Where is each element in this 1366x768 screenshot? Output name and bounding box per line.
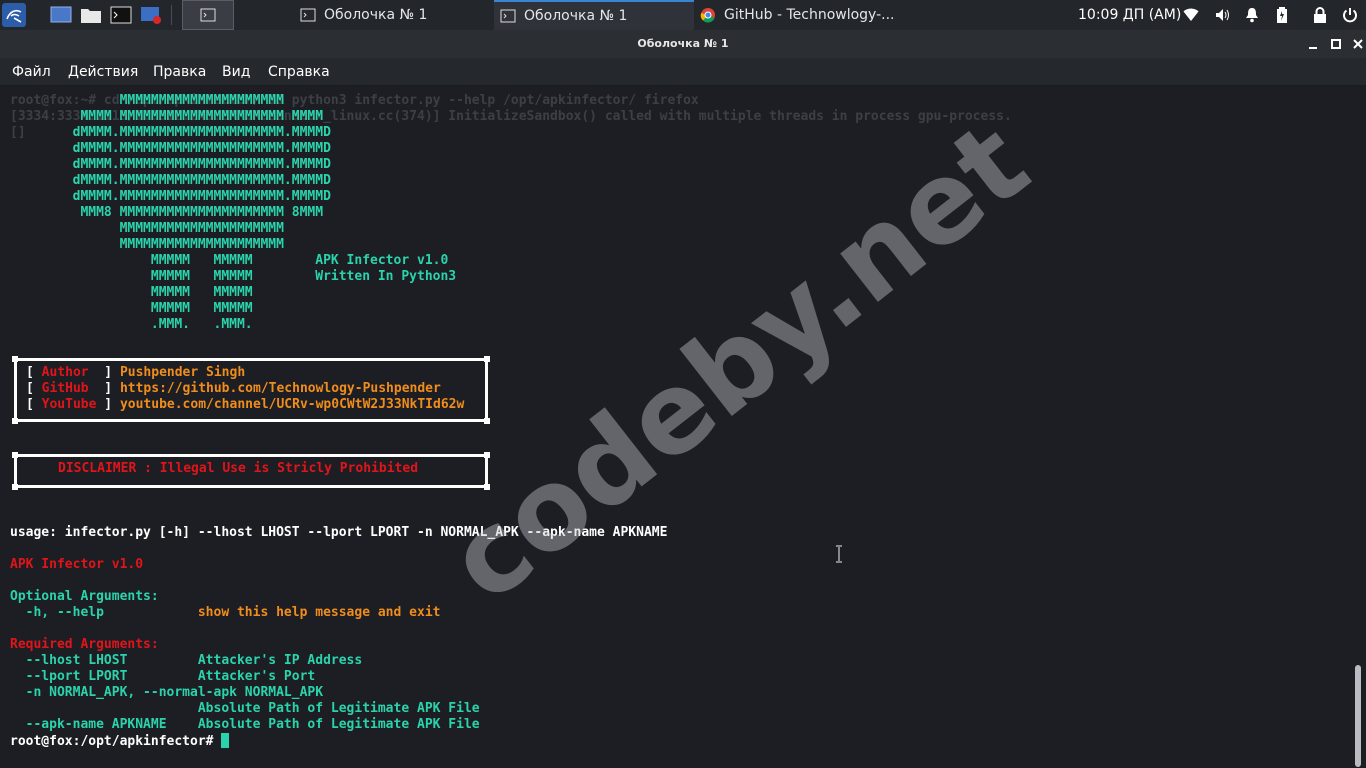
show-desktop-button[interactable] <box>182 0 234 30</box>
arg-flag: --apk-name APKNAME <box>10 717 198 732</box>
info-value: youtube.com/channel/UCRv-wp0CWtW2J33NkTI… <box>119 397 465 412</box>
clock[interactable]: 10:09 ДП (AM) <box>1078 0 1181 30</box>
banner-art-line: MMMMM MMMMM <box>10 285 253 300</box>
maximize-button[interactable] <box>1328 36 1344 52</box>
menu-bar: Файл Действия Правка Вид Справка <box>0 58 1366 86</box>
banner-art-line: dMMMM.MMMMMMMMMMMMMMMMMMMMM.MMMMD <box>10 125 331 140</box>
banner-art-line: MMMMM MMMMM APK Infector v1.0 <box>10 253 449 268</box>
maximize-icon <box>1331 39 1341 49</box>
required-arg-row: Absolute Path of Legitimate APK File <box>10 701 480 717</box>
terminal-icon <box>300 8 316 22</box>
shell-prompt-line[interactable]: root@fox:/opt/apkinfector# <box>10 733 230 749</box>
disclaimer-text: DISCLAIMER : Illegal Use is Stricly Proh… <box>58 461 419 476</box>
app-title-line: APK Infector v1.0 <box>10 557 144 572</box>
arg-desc: show this help message and exit <box>197 605 441 620</box>
required-arg-row: --lhost LHOST Attacker's IP Address <box>10 653 363 669</box>
shell-prompt: root@fox:/opt/apkinfector# <box>10 734 214 749</box>
info-key: GitHub <box>41 381 97 396</box>
optional-args-heading: Optional Arguments: <box>10 589 159 604</box>
task-github-browser[interactable]: GitHub - Technowlogy-... <box>694 0 904 30</box>
banner-art-line: dMMMM.MMMMMMMMMMMMMMMMMMMMM.MMMMD <box>10 189 331 204</box>
taskbar-separator <box>171 5 172 25</box>
kali-menu-icon[interactable] <box>2 3 26 27</box>
arg-flag: --lhost LHOST <box>10 653 198 668</box>
wifi-icon[interactable] <box>1183 0 1199 30</box>
banner-art-line: MMMMMMMMMMMMMMMMMMMMM <box>10 237 284 252</box>
lock-icon[interactable] <box>1313 0 1327 30</box>
arg-desc: Absolute Path of Legitimate APK File <box>197 717 480 732</box>
optional-arg-row: -h, --help show this help message and ex… <box>10 605 441 621</box>
banner-art-line: MMMMMMMMMMMMMMMMMMMMM <box>10 221 284 236</box>
banner-art-line: dMMMM.MMMMMMMMMMMMMMMMMMMMM.MMMMD <box>10 173 331 188</box>
text-cursor <box>221 733 230 748</box>
mouse-ibeam-cursor-icon <box>836 545 842 563</box>
banner-art-line: MMM8 MMMMMMMMMMMMMMMMMMMMM 8MMM <box>10 205 324 220</box>
chrome-icon <box>700 8 715 23</box>
banner-art-line: MMMM MMMMMMMMMMMMMMMMMMMMM MMMM <box>10 109 324 124</box>
volume-icon[interactable] <box>1215 0 1231 30</box>
task-label: GitHub - Technowlogy-... <box>724 7 895 23</box>
arg-flag: -h, --help <box>10 605 198 620</box>
menu-help[interactable]: Справка <box>268 58 330 86</box>
info-key: Author <box>41 365 97 380</box>
power-icon[interactable] <box>1342 0 1358 30</box>
terminal-icon <box>200 8 216 22</box>
taskbar: Оболочка № 1 Оболочка № 1 GitHub - Techn… <box>0 0 1366 30</box>
banner-art-line: .MMM. .MMM. <box>10 317 253 332</box>
file-manager-icon[interactable] <box>79 3 103 27</box>
task-terminal-2[interactable]: Оболочка № 1 <box>494 0 694 30</box>
arg-desc: Attacker's Port <box>197 669 316 684</box>
screen-recorder-icon[interactable] <box>139 3 163 27</box>
info-key: YouTube <box>41 397 97 412</box>
arg-flag: --lport LPORT <box>10 669 198 684</box>
menu-file[interactable]: Файл <box>12 58 51 86</box>
close-icon <box>1353 39 1363 49</box>
banner-art-line: MMMMM MMMMM Written In Python3 <box>10 269 457 284</box>
battery-icon[interactable] <box>1276 0 1288 30</box>
task-label: Оболочка № 1 <box>324 7 428 23</box>
minimize-icon <box>1309 47 1317 49</box>
info-value: Pushpender Singh <box>119 365 246 380</box>
terminal-launcher-icon[interactable] <box>109 3 133 27</box>
desktop-icon[interactable] <box>49 3 73 27</box>
required-arg-row: -n NORMAL_APK, --normal-apk NORMAL_APK <box>10 685 323 701</box>
terminal-icon <box>500 9 516 23</box>
banner-art-line: dMMMM.MMMMMMMMMMMMMMMMMMMMM.MMMMD <box>10 157 331 172</box>
banner-art-line: dMMMM.MMMMMMMMMMMMMMMMMMMMM.MMMMD <box>10 141 331 156</box>
task-label: Оболочка № 1 <box>524 8 628 24</box>
required-args-heading: Required Arguments: <box>10 637 159 652</box>
terminal-scrollbar[interactable] <box>1355 665 1361 767</box>
arg-desc: Absolute Path of Legitimate APK File <box>197 701 480 716</box>
menu-edit[interactable]: Правка <box>153 58 206 86</box>
arg-flag <box>10 701 198 716</box>
info-row-github: [ GitHub ] https://github.com/Technowlog… <box>26 381 441 396</box>
arg-flag: -n NORMAL_APK, --normal-apk NORMAL_APK <box>10 685 324 700</box>
close-button[interactable] <box>1350 36 1366 52</box>
menu-view[interactable]: Вид <box>222 58 250 86</box>
minimize-button[interactable] <box>1305 36 1321 52</box>
info-row-youtube: [ YouTube ] youtube.com/channel/UCRv-wp0… <box>26 397 465 412</box>
banner-art-line: MMMMM MMMMM <box>10 301 253 316</box>
arg-desc: Attacker's IP Address <box>197 653 363 668</box>
info-row-author: [ Author ] Pushpender Singh <box>26 365 246 380</box>
window-title: Оболочка № 1 <box>637 37 729 50</box>
task-terminal-1[interactable]: Оболочка № 1 <box>294 0 490 30</box>
info-value: https://github.com/Technowlogy-Pushpende… <box>119 381 441 396</box>
notifications-icon[interactable] <box>1245 0 1259 30</box>
window-titlebar[interactable]: Оболочка № 1 <box>0 30 1366 58</box>
required-arg-row: --apk-name APKNAME Absolute Path of Legi… <box>10 717 480 733</box>
banner-art-line: MMMMMMMMMMMMMMMMMMMMM <box>10 93 284 108</box>
required-arg-row: --lport LPORT Attacker's Port <box>10 669 316 685</box>
menu-actions[interactable]: Действия <box>68 58 138 86</box>
